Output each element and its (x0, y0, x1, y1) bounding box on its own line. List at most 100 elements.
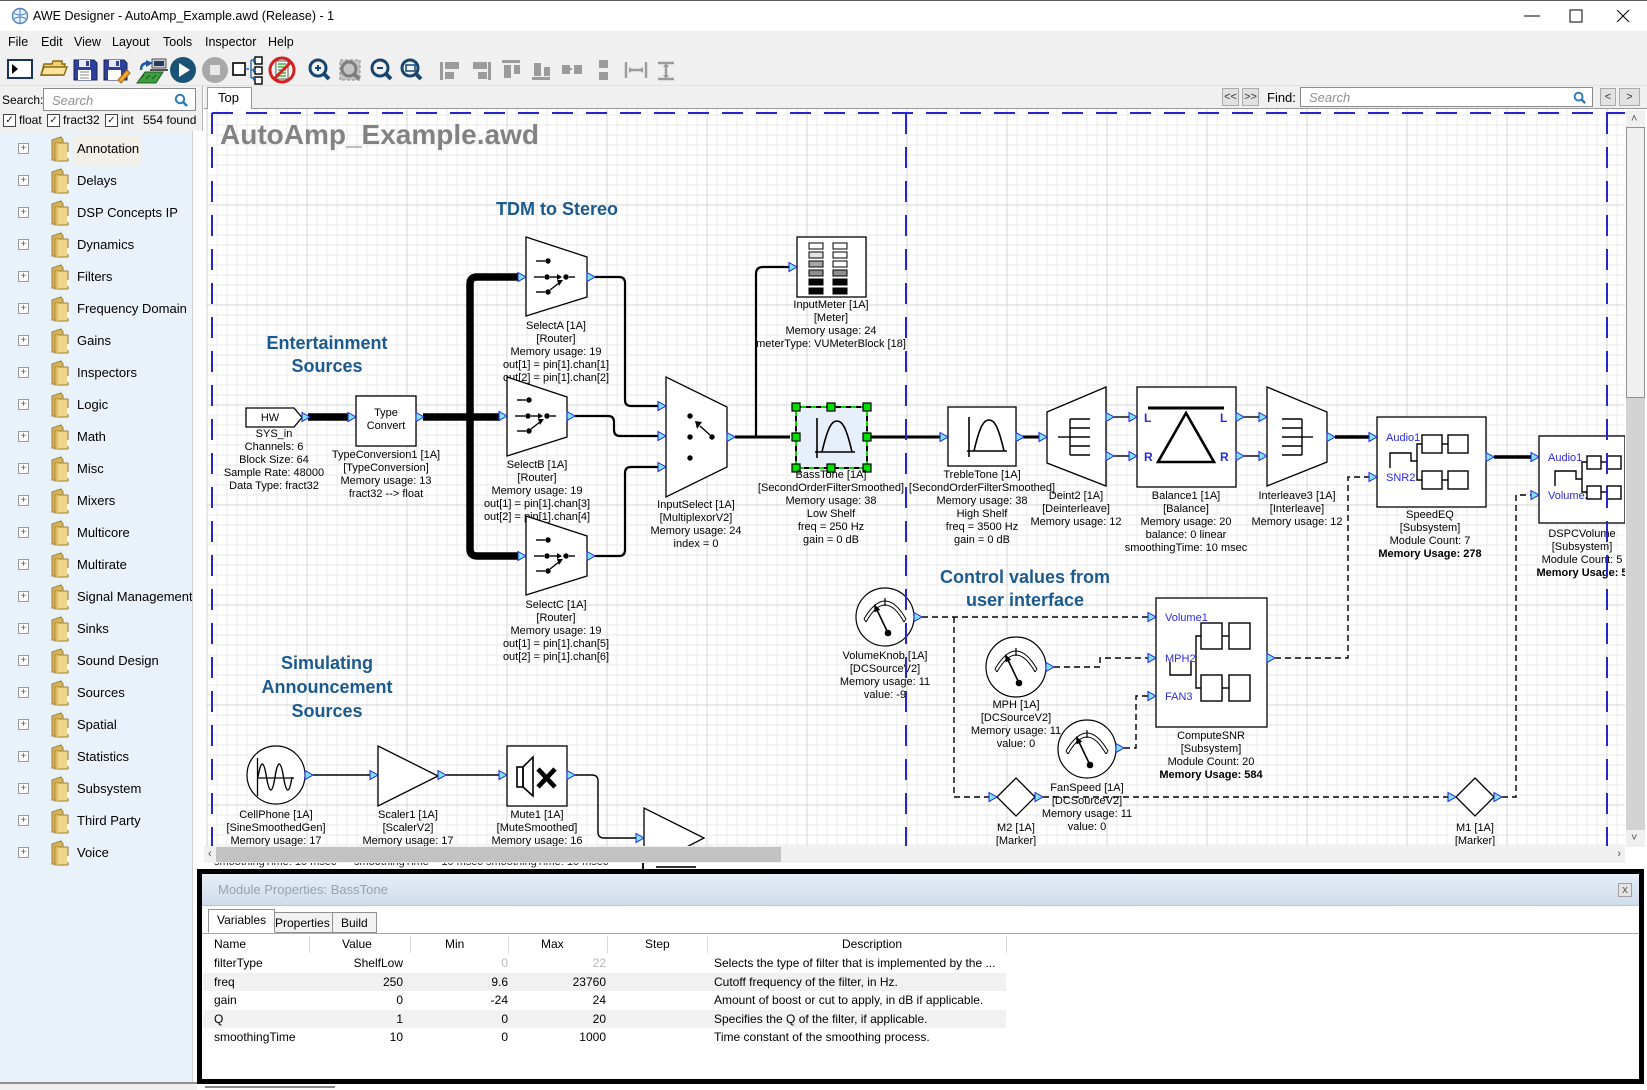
svg-text:Memory usage: 24: Memory usage: 24 (785, 325, 876, 337)
svg-text:out[1] = pin[1].chan[5]: out[1] = pin[1].chan[5] (503, 638, 609, 650)
svg-text:fract32 --> float: fract32 --> float (349, 488, 423, 500)
svg-text:DSPCVolume: DSPCVolume (1548, 528, 1615, 540)
svg-text:index = 0: index = 0 (674, 538, 719, 550)
svg-text:SelectC [1A]: SelectC [1A] (525, 599, 586, 611)
svg-text:out[2] = pin[1].chan[6]: out[2] = pin[1].chan[6] (503, 651, 609, 663)
svg-text:value: -9: value: -9 (864, 689, 906, 701)
svg-text:[Interleave]: [Interleave] (1270, 503, 1324, 515)
svg-text:user interface: user interface (966, 590, 1084, 610)
svg-text:Mute1 [1A]: Mute1 [1A] (510, 809, 563, 821)
svg-text:L: L (1144, 411, 1151, 425)
svg-text:Volume1: Volume1 (1165, 612, 1208, 624)
svg-text:FanSpeed [1A]: FanSpeed [1A] (1050, 782, 1123, 794)
svg-text:[SecondOrderFilterSmoothed]: [SecondOrderFilterSmoothed] (909, 482, 1055, 494)
svg-text:Memory Usage: 584: Memory Usage: 584 (1159, 769, 1263, 781)
svg-text:Module Count: 20: Module Count: 20 (1168, 756, 1255, 768)
svg-text:R: R (1220, 450, 1229, 464)
svg-text:InputSelect [1A]: InputSelect [1A] (657, 499, 735, 511)
svg-text:CellPhone [1A]: CellPhone [1A] (239, 809, 312, 821)
svg-text:BassTone [1A]: BassTone [1A] (796, 469, 867, 481)
svg-text:FAN3: FAN3 (1165, 691, 1193, 703)
svg-text:[SineSmoothedGen]: [SineSmoothedGen] (226, 822, 325, 834)
svg-text:Module Count: 5: Module Count: 5 (1542, 554, 1623, 566)
svg-text:Audio1: Audio1 (1548, 452, 1582, 464)
svg-text:HW: HW (261, 412, 280, 424)
svg-text:smoothingTime: 10 msec: smoothingTime: 10 msec (1125, 542, 1248, 554)
svg-text:[MuteSmoothed]: [MuteSmoothed] (497, 822, 578, 834)
svg-text:[Router]: [Router] (536, 333, 575, 345)
svg-text:Interleave3 [1A]: Interleave3 [1A] (1258, 490, 1335, 502)
svg-text:Memory usage: 38: Memory usage: 38 (785, 495, 876, 507)
svg-text:Convert: Convert (367, 420, 406, 432)
svg-text:SelectA [1A]: SelectA [1A] (526, 320, 586, 332)
svg-text:[Meter]: [Meter] (814, 312, 848, 324)
svg-text:gain = 0 dB: gain = 0 dB (954, 534, 1010, 546)
svg-text:M1 [1A]: M1 [1A] (1456, 822, 1494, 834)
svg-text:Memory usage: 20: Memory usage: 20 (1140, 516, 1231, 528)
svg-text:Memory usage: 19: Memory usage: 19 (510, 625, 601, 637)
svg-text:Memory usage: 13: Memory usage: 13 (340, 475, 431, 487)
svg-text:gain = 0 dB: gain = 0 dB (803, 534, 859, 546)
svg-text:SNR2: SNR2 (1386, 472, 1415, 484)
svg-text:Memory Usage: 278: Memory Usage: 278 (1378, 548, 1481, 560)
svg-text:Block Size: 64: Block Size: 64 (239, 454, 309, 466)
svg-text:out[1] = pin[1].chan[1]: out[1] = pin[1].chan[1] (503, 359, 609, 371)
svg-text:Memory usage: 11: Memory usage: 11 (1042, 808, 1132, 820)
svg-text:AutoAmp_Example.awd: AutoAmp_Example.awd (220, 119, 539, 150)
svg-text:L: L (1220, 411, 1227, 425)
svg-text:[DCSourceV2]: [DCSourceV2] (981, 712, 1051, 724)
svg-text:SYS_in: SYS_in (256, 428, 293, 440)
svg-text:Memory usage: 11: Memory usage: 11 (840, 676, 930, 688)
svg-text:Memory usage: 12: Memory usage: 12 (1030, 516, 1121, 528)
svg-text:ComputeSNR: ComputeSNR (1177, 730, 1245, 742)
svg-text:TypeConversion1 [1A]: TypeConversion1 [1A] (332, 449, 440, 461)
svg-text:Balance1 [1A]: Balance1 [1A] (1152, 490, 1221, 502)
svg-text:InputMeter [1A]: InputMeter [1A] (793, 299, 868, 311)
svg-text:Low Shelf: Low Shelf (807, 508, 856, 520)
svg-text:[DCSourceV2]: [DCSourceV2] (850, 663, 920, 675)
svg-text:freq = 250 Hz: freq = 250 Hz (798, 521, 864, 533)
svg-text:[Subsystem]: [Subsystem] (1552, 541, 1613, 553)
svg-text:Channels: 6: Channels: 6 (245, 441, 304, 453)
svg-text:Deint2 [1A]: Deint2 [1A] (1049, 490, 1103, 502)
svg-text:meterType: VUMeterBlock [18]: meterType: VUMeterBlock [18] (756, 338, 906, 350)
svg-text:[Deinterleave]: [Deinterleave] (1042, 503, 1110, 515)
svg-text:Data Type: fract32: Data Type: fract32 (229, 480, 319, 492)
svg-text:Memory Usage: 5: Memory Usage: 5 (1536, 567, 1625, 579)
svg-text:Simulating: Simulating (281, 653, 373, 673)
svg-text:Sample Rate: 48000: Sample Rate: 48000 (224, 467, 324, 479)
svg-text:Sources: Sources (291, 701, 362, 721)
svg-text:[Router]: [Router] (536, 612, 575, 624)
svg-text:M2 [1A]: M2 [1A] (997, 822, 1035, 834)
svg-text:Audio1: Audio1 (1386, 432, 1420, 444)
svg-text:MPH [1A]: MPH [1A] (992, 699, 1039, 711)
svg-text:SelectB [1A]: SelectB [1A] (507, 459, 568, 471)
svg-text:[Subsystem]: [Subsystem] (1400, 522, 1461, 534)
svg-text:Memory usage: 19: Memory usage: 19 (510, 346, 601, 358)
svg-text:[TypeConversion]: [TypeConversion] (343, 462, 429, 474)
svg-text:value: 0: value: 0 (1068, 821, 1107, 833)
svg-text:Memory usage: 24: Memory usage: 24 (650, 525, 741, 537)
svg-text:value: 0: value: 0 (997, 738, 1036, 750)
svg-text:Scaler1 [1A]: Scaler1 [1A] (378, 809, 438, 821)
svg-text:[DCSourceV2]: [DCSourceV2] (1052, 795, 1122, 807)
svg-text:TrebleTone [1A]: TrebleTone [1A] (943, 469, 1020, 481)
svg-text:[Router]: [Router] (517, 472, 556, 484)
svg-text:Memory usage: 19: Memory usage: 19 (491, 485, 582, 497)
svg-text:balance: 0 linear: balance: 0 linear (1146, 529, 1227, 541)
svg-text:VolumeKnob [1A]: VolumeKnob [1A] (842, 650, 927, 662)
svg-text:Entertainment: Entertainment (266, 333, 387, 353)
svg-text:Memory usage: 38: Memory usage: 38 (936, 495, 1027, 507)
svg-text:SpeedEQ: SpeedEQ (1406, 509, 1454, 521)
svg-text:TDM to Stereo: TDM to Stereo (496, 199, 618, 219)
svg-text:[Balance]: [Balance] (1163, 503, 1209, 515)
svg-text:Memory usage: 11: Memory usage: 11 (971, 725, 1061, 737)
svg-text:[MultiplexorV2]: [MultiplexorV2] (660, 512, 733, 524)
svg-text:Memory usage: 12: Memory usage: 12 (1251, 516, 1342, 528)
svg-text:Sources: Sources (291, 356, 362, 376)
svg-text:High Shelf: High Shelf (957, 508, 1009, 520)
svg-text:Type: Type (374, 407, 398, 419)
svg-text:R: R (1144, 450, 1153, 464)
svg-text:Announcement: Announcement (261, 677, 392, 697)
svg-text:Module Count: 7: Module Count: 7 (1390, 535, 1471, 547)
